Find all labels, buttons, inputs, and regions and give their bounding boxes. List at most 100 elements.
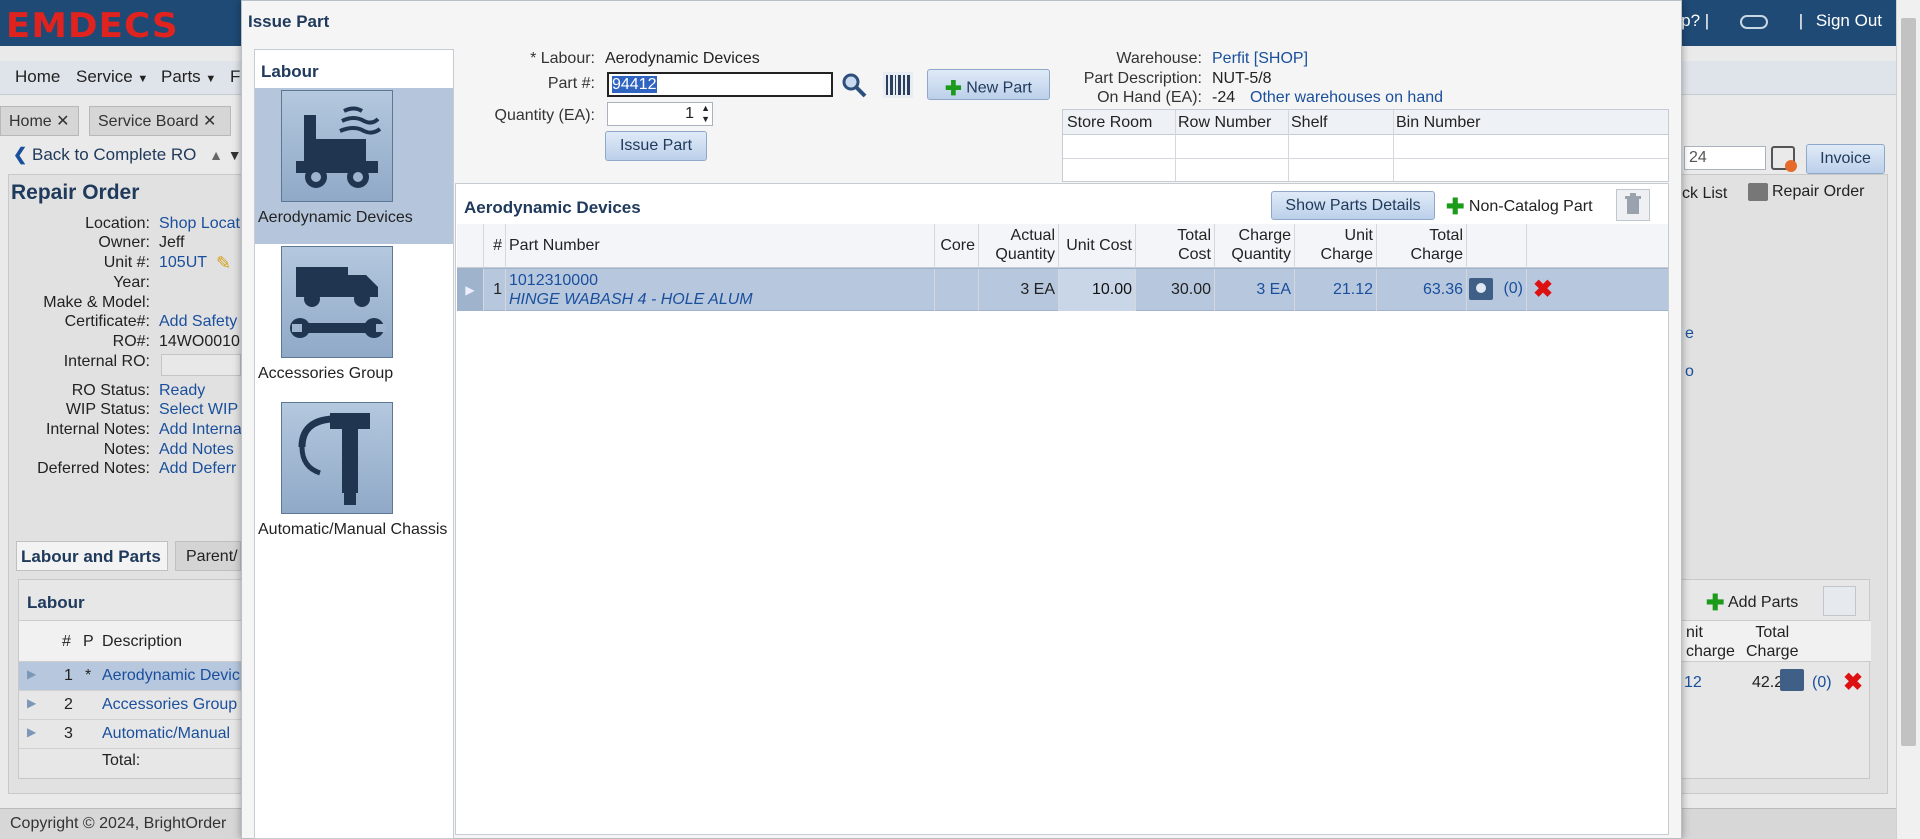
ro-field-value[interactable]: Add Interna <box>159 421 242 439</box>
unit-charge-cell[interactable]: 21.12 <box>1295 269 1377 311</box>
barcode-icon[interactable] <box>883 72 913 98</box>
camera-icon[interactable] <box>1780 669 1804 691</box>
calendar-icon[interactable] <box>1771 146 1797 172</box>
message-icon[interactable] <box>1739 14 1768 29</box>
col-core[interactable]: Core <box>935 224 979 268</box>
col-unit-cost[interactable]: Unit Cost <box>1059 224 1136 268</box>
tab-labour-parts[interactable]: Labour and Parts <box>16 541 168 571</box>
warehouse-link[interactable]: Perfit [SHOP] <box>1212 50 1308 68</box>
ro-field-value[interactable]: Add Deferr <box>159 460 236 478</box>
stepper-down-icon[interactable]: ▼ <box>701 114 710 124</box>
delete-row-icon[interactable]: ✖ <box>1527 269 1559 311</box>
ro-field-value[interactable]: Add Safety <box>159 313 237 331</box>
nav-service[interactable]: Service ▼ <box>76 67 148 87</box>
grease-gun-icon <box>281 402 393 514</box>
show-parts-details-button[interactable]: Show Parts Details <box>1271 191 1435 220</box>
printer-icon <box>1748 183 1768 201</box>
tab-parent[interactable]: Parent/ <box>175 541 241 571</box>
close-icon[interactable]: ✕ <box>56 113 69 130</box>
quantity-label: Quantity (EA): <box>494 107 595 124</box>
issue-part-button[interactable]: Issue Part <box>605 131 707 161</box>
category-header: Labour <box>261 62 319 81</box>
part-number-input[interactable]: 94412 <box>607 72 833 97</box>
back-link[interactable]: ❮ Back to Complete RO ▲ ▼ <box>13 145 242 165</box>
ro-field-value[interactable]: Shop Locat <box>159 215 240 233</box>
close-icon[interactable]: ✕ <box>203 113 216 130</box>
ro-field-label: Internal Notes: <box>45 421 150 438</box>
stepper-up-icon[interactable]: ▲ <box>701 103 710 113</box>
expand-row-icon[interactable]: ▶ <box>27 696 36 710</box>
labour-description-link[interactable]: Automatic/Manual <box>102 725 230 743</box>
caret-down-icon: ▼ <box>205 73 217 85</box>
charge-quantity-cell[interactable]: 3 EA <box>1215 269 1295 311</box>
nav-more[interactable]: F <box>230 67 240 87</box>
delete-icon[interactable]: ✖ <box>1843 668 1863 697</box>
notes-count-link[interactable]: (0) <box>1503 280 1523 297</box>
ro-field-value[interactable]: 105UT <box>159 254 207 272</box>
category-aerodynamic-devices[interactable]: Aerodynamic Devices <box>255 88 453 244</box>
edit-pencil-icon[interactable]: ✎ <box>216 253 231 274</box>
sign-out-link[interactable]: Sign Out <box>1816 11 1882 30</box>
other-warehouses-link[interactable]: Other warehouses on hand <box>1250 89 1443 107</box>
col-actual-quantity[interactable]: Actual Quantity <box>979 224 1059 268</box>
labour-value: Aerodynamic Devices <box>605 50 760 67</box>
non-catalog-part-button[interactable]: ✚ Non-Catalog Part <box>1446 194 1593 220</box>
col-total-cost[interactable]: Total Cost <box>1136 224 1215 268</box>
col-unit-charge[interactable]: Unit Charge <box>1295 224 1377 268</box>
plus-icon: ✚ <box>944 78 962 100</box>
table-row[interactable]: ▶ 2 Accessories Group <box>19 691 244 720</box>
camera-icon[interactable] <box>1469 278 1493 300</box>
pick-list-link[interactable]: ck List <box>1682 185 1727 203</box>
down-arrow-icon[interactable]: ▼ <box>228 147 242 163</box>
chevron-left-icon: ❮ <box>13 145 28 164</box>
part-number-link[interactable]: 1012310000 <box>509 271 931 290</box>
category-accessories-group[interactable]: Accessories Group <box>255 244 453 400</box>
new-part-button[interactable]: ✚ New Part <box>927 69 1050 100</box>
side-link-1[interactable]: e <box>1685 325 1694 343</box>
col-charge-quantity[interactable]: Charge Quantity <box>1215 224 1295 268</box>
on-hand-value: -24 <box>1212 89 1236 106</box>
ro-field-value[interactable]: Select WIP <box>159 401 238 419</box>
col-total-charge[interactable]: Total Charge <box>1377 224 1467 268</box>
page-title: Repair Order <box>11 181 140 204</box>
internal-ro-input[interactable] <box>161 354 241 376</box>
tab-service-board[interactable]: Service Board ✕ <box>89 106 231 136</box>
add-parts-button[interactable]: ✚ Add Parts <box>1706 590 1798 616</box>
ro-field-label: Year: <box>113 274 150 291</box>
category-automatic-manual-chassis[interactable]: Automatic/Manual Chassis <box>255 400 453 556</box>
date-field[interactable]: 24 <box>1684 146 1766 170</box>
bin-location-table: Store Room Row Number Shelf Bin Number <box>1062 109 1669 182</box>
table-row[interactable]: ▶ 3 Automatic/Manual <box>19 720 244 749</box>
side-link-2[interactable]: o <box>1685 363 1694 381</box>
ro-field-value: Jeff <box>159 234 185 251</box>
labour-label: * Labour: <box>530 50 595 67</box>
expand-row-icon[interactable]: ▶ <box>27 725 36 739</box>
notes-count-link[interactable]: (0) <box>1812 674 1832 692</box>
repair-order-print[interactable]: Repair Order <box>1748 183 1864 201</box>
labour-description-link[interactable]: Aerodynamic Devic <box>102 667 240 685</box>
ro-field-value[interactable]: Add Notes <box>159 441 234 459</box>
expand-row-icon[interactable]: ▶ <box>27 667 36 681</box>
up-arrow-icon[interactable]: ▲ <box>209 147 223 163</box>
expand-row-icon[interactable]: ▶ <box>457 269 484 311</box>
trash-icon[interactable] <box>1823 586 1856 616</box>
app-logo[interactable]: EMDECS <box>6 6 179 46</box>
caret-down-icon: ▼ <box>137 73 149 85</box>
ro-field-value[interactable]: Ready <box>159 382 205 400</box>
quantity-stepper[interactable]: 1 ▲ ▼ <box>607 102 713 126</box>
table-row[interactable]: ▶ 1 1012310000 HINGE WABASH 4 - HOLE ALU… <box>457 268 1668 311</box>
table-row[interactable]: ▶ 1 * Aerodynamic Devic <box>19 662 244 691</box>
invoice-button[interactable]: Invoice <box>1806 144 1885 174</box>
nav-parts[interactable]: Parts ▼ <box>161 67 216 87</box>
ro-field-label: WIP Status: <box>65 401 150 418</box>
ro-field-label: Unit #: <box>103 254 150 271</box>
nav-home[interactable]: Home <box>15 67 60 87</box>
page-scrollbar[interactable] <box>1896 0 1920 839</box>
trash-icon[interactable] <box>1616 189 1650 221</box>
unit-cost-cell[interactable]: 10.00 <box>1059 269 1136 311</box>
labour-description-link[interactable]: Accessories Group <box>102 696 237 714</box>
tab-home[interactable]: Home ✕ <box>0 106 79 136</box>
col-part-number[interactable]: Part Number <box>506 224 935 268</box>
ro-field-label: Location: <box>85 215 150 232</box>
search-icon[interactable] <box>841 72 867 98</box>
